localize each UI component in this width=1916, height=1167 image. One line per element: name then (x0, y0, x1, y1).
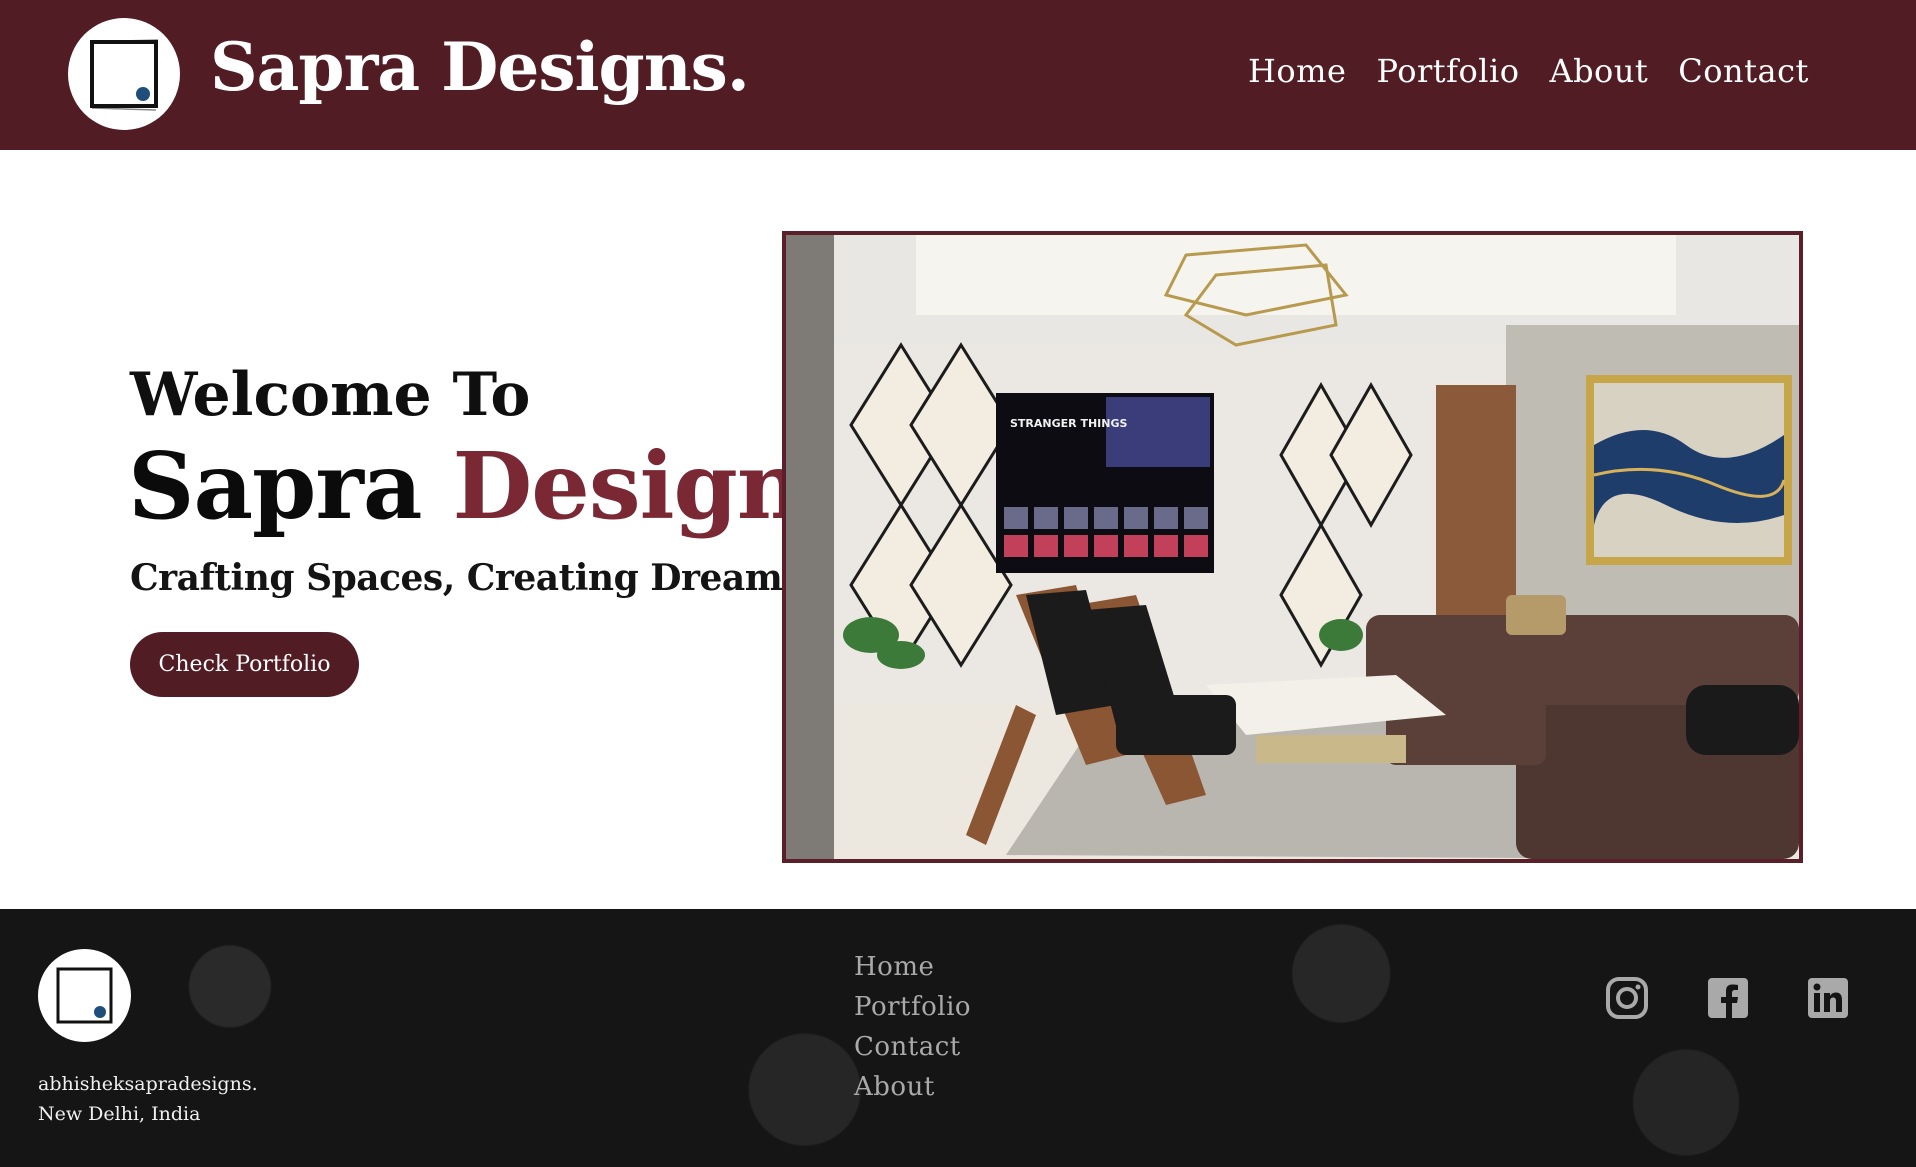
logo[interactable] (68, 18, 180, 130)
footer-link-contact[interactable]: Contact (854, 1027, 971, 1067)
logo-mark-icon (89, 39, 159, 111)
nav-portfolio[interactable]: Portfolio (1376, 52, 1519, 90)
facebook-icon[interactable] (1706, 976, 1750, 1020)
nav-about[interactable]: About (1549, 52, 1648, 90)
tv-screen-title: STRANGER THINGS (1010, 417, 1127, 430)
footer-address-line2: New Delhi, India (38, 1103, 201, 1125)
hero-welcome: Welcome To (130, 360, 531, 430)
site-header: Sapra Designs. Home Portfolio About Cont… (0, 0, 1916, 150)
footer-link-portfolio[interactable]: Portfolio (854, 987, 971, 1027)
footer-address-line1: abhisheksapradesigns. (38, 1073, 258, 1095)
brand-title[interactable]: Sapra Designs. (210, 28, 750, 106)
nav-contact[interactable]: Contact (1678, 52, 1809, 90)
linkedin-icon[interactable] (1806, 976, 1850, 1020)
hero-title-sapra: Sapra (128, 432, 422, 540)
hero-title: Sapra Designs. (128, 432, 886, 540)
check-portfolio-button[interactable]: Check Portfolio (130, 632, 359, 697)
footer-link-about[interactable]: About (854, 1067, 971, 1107)
instagram-icon[interactable] (1605, 976, 1649, 1020)
footer-nav: Home Portfolio Contact About (854, 947, 971, 1107)
hero-image: STRANGER THINGS (782, 231, 1803, 863)
nav-home[interactable]: Home (1248, 52, 1346, 90)
site-footer: abhisheksapradesigns. New Delhi, India H… (0, 909, 1916, 1167)
footer-link-home[interactable]: Home (854, 947, 971, 987)
footer-address: abhisheksapradesigns. New Delhi, India (38, 1069, 258, 1129)
footer-logo-mark-icon (56, 967, 113, 1024)
living-room-illustration: STRANGER THINGS (786, 235, 1799, 859)
main-nav: Home Portfolio About Contact (1248, 52, 1809, 90)
hero-tagline: Crafting Spaces, Creating Dreams (130, 557, 803, 599)
footer-logo[interactable] (38, 949, 131, 1042)
